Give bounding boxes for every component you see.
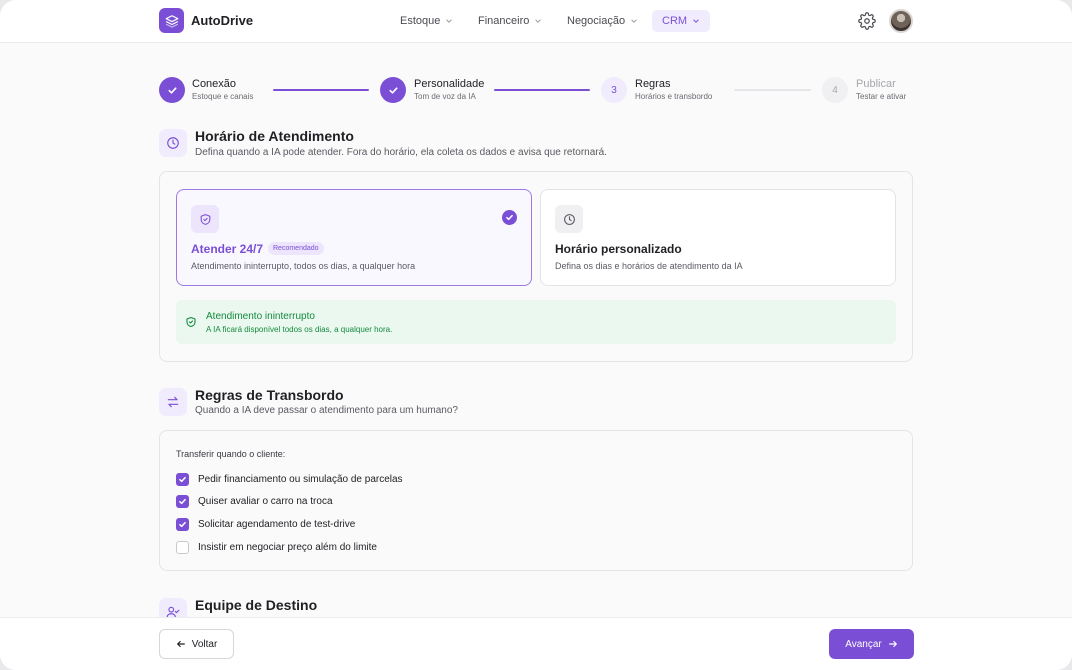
nav-item-label: Financeiro [478,15,530,27]
checkbox-checked[interactable] [176,494,189,508]
back-button-label: Voltar [191,638,218,650]
arrow-right-icon [888,640,897,648]
step-connector [494,89,590,91]
checkbox-checked[interactable] [176,517,189,531]
nav-item-financeiro[interactable]: Financeiro [468,10,552,32]
step-connector [734,89,811,91]
step-4-title: Publicar [856,78,896,90]
selected-check-icon [502,210,517,225]
rule-label: Solicitar agendamento de test-drive [198,518,356,530]
check-icon [179,498,186,504]
top-navbar: AutoDrive Estoque Financeiro Negociação … [0,0,1072,43]
nav-item-label: Estoque [400,15,441,27]
layers-icon[interactable] [159,8,184,33]
next-button[interactable]: Avançar [829,629,914,659]
chevron-down-icon [535,19,542,23]
check-icon [179,476,186,482]
info-alert: Atendimento ininterrupto A IA ficará dis… [176,300,896,344]
brand-name: AutoDrive [191,13,254,28]
option-24-7-card[interactable]: Atender 24/7 Recomendado Atendimento ini… [176,189,532,286]
step-1-subtitle: Estoque e canais [192,92,254,101]
step-2-done-indicator [380,77,406,103]
gear-icon[interactable] [858,12,876,30]
app-window: AutoDrive Estoque Financeiro Negociação … [0,0,1072,670]
step-3-title: Regras [635,78,671,90]
clock-icon [555,205,583,233]
rule-checkbox-row[interactable]: Insistir em negociar preço além do limit… [176,540,377,554]
step-4-subtitle: Testar e ativar [856,92,907,101]
step-4-indicator: 4 [822,77,848,103]
handoff-rules-label: Transferir quando o cliente: [176,449,286,459]
clock-icon [159,129,187,157]
transfer-arrows-icon [159,388,187,416]
rule-checkbox-row[interactable]: Solicitar agendamento de test-drive [176,517,355,531]
option-title: Horário personalizado [555,242,682,256]
handoff-section-title: Regras de Transbordo [195,387,344,403]
schedule-section-subtitle: Defina quando a IA pode atender. Fora do… [195,147,607,158]
avatar[interactable] [889,9,913,33]
step-connector [273,89,369,91]
nav-item-negociacao[interactable]: Negociação [557,10,648,32]
rule-label: Pedir financiamento ou simulação de parc… [198,473,403,485]
chevron-down-icon [693,19,699,23]
handoff-section-subtitle: Quando a IA deve passar o atendimento pa… [195,405,458,416]
check-icon [179,521,186,527]
step-1-title: Conexão [192,78,237,90]
option-description: Defina os dias e horários de atendimento… [555,261,743,271]
option-description: Atendimento ininterrupto, todos os dias,… [191,261,416,271]
alert-description: A IA ficará disponível todos os dias, a … [206,325,393,334]
rule-label: Insistir em negociar preço além do limit… [198,541,377,553]
step-2-title: Personalidade [414,78,485,90]
rule-label: Quiser avaliar o carro na troca [198,495,333,507]
arrow-left-icon [176,640,185,648]
shield-check-icon [186,316,196,328]
step-3-subtitle: Horários e transbordo [635,92,713,101]
step-1-done-indicator [159,77,185,103]
recommended-badge: Recomendado [268,242,324,255]
checkbox-unchecked[interactable] [176,540,189,554]
schedule-section-title: Horário de Atendimento [195,128,354,144]
nav-item-label: CRM [662,15,688,27]
next-button-label: Avançar [845,638,882,650]
team-section-title: Equipe de Destino [195,597,318,613]
option-custom-hours-card[interactable]: Horário personalizado Defina os dias e h… [540,189,896,286]
check-icon [388,86,398,94]
alert-title: Atendimento ininterrupto [206,311,315,322]
step-3-current-indicator: 3 [601,77,627,103]
nav-item-label: Negociação [567,15,626,27]
chevron-down-icon [631,19,637,23]
rule-checkbox-row[interactable]: Quiser avaliar o carro na troca [176,494,333,508]
option-title: Atender 24/7 [191,242,264,256]
nav-item-crm[interactable]: CRM [652,10,711,32]
rule-checkbox-row[interactable]: Pedir financiamento ou simulação de parc… [176,472,403,486]
step-2-subtitle: Tom de voz da IA [414,92,476,101]
check-icon [167,86,177,94]
nav-item-estoque[interactable]: Estoque [390,10,463,32]
checkbox-checked[interactable] [176,472,189,486]
back-button[interactable]: Voltar [159,629,234,659]
chevron-down-icon [446,19,453,23]
shield-check-icon [191,205,219,233]
